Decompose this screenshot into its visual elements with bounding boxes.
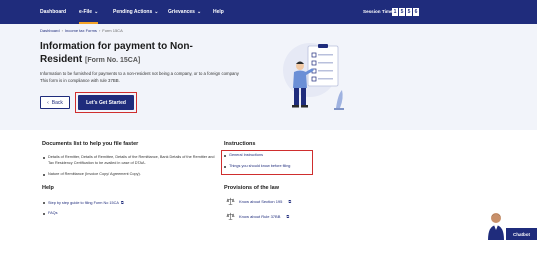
- timer-digit: 5: [406, 8, 412, 16]
- nav-label: Help: [213, 9, 224, 15]
- instructions-heading: Instructions: [224, 141, 256, 147]
- breadcrumb-income-tax-forms[interactable]: Income tax Forms: [65, 28, 97, 33]
- nav-label: Pending Actions: [113, 9, 153, 15]
- timer-digit: 1: [392, 8, 398, 16]
- chevron-left-icon: ‹: [47, 99, 49, 106]
- nav-dashboard[interactable]: Dashboard: [40, 0, 66, 24]
- help-link-label: FAQs: [48, 211, 58, 215]
- breadcrumb: Dashboard › Income tax Forms › Form 15CA: [40, 28, 123, 33]
- instructions-link-label: Things you should know before filing: [229, 164, 291, 168]
- law-link-rule-37bb[interactable]: Know about Rule 37BB ⧉: [226, 212, 289, 221]
- form-number-tag: [Form No. 15CA]: [85, 57, 141, 64]
- nav-help[interactable]: Help: [213, 0, 224, 24]
- person-checklist-illustration: [283, 43, 344, 110]
- documents-heading: Documents list to help you file faster: [42, 141, 139, 147]
- instructions-link-things-to-know[interactable]: Things you should know before filing: [223, 164, 291, 170]
- external-link-icon: ⧉: [120, 200, 124, 205]
- timer-digit: 5: [399, 8, 405, 16]
- back-button-label: Back: [51, 99, 63, 106]
- nav-label: e-File: [79, 9, 93, 15]
- top-navbar: Dashboard e-File ⌄ Pending Actions ⌄ Griev…: [0, 0, 537, 24]
- nav-label: Grievances: [168, 9, 195, 15]
- law-link-label: Know about Rule 37BB: [239, 214, 281, 219]
- chevron-down-icon: ⌄: [196, 9, 202, 15]
- scales-icon: [226, 197, 235, 205]
- back-button[interactable]: ‹ Back: [40, 96, 70, 109]
- nav-label: Dashboard: [40, 9, 67, 15]
- chevron-down-icon: ⌄: [154, 9, 159, 15]
- law-link-section-195[interactable]: Know about Section 195 ⧉: [226, 197, 291, 206]
- law-heading: Provisions of the law: [224, 185, 280, 191]
- instructions-link-general[interactable]: General Instructions: [224, 153, 263, 159]
- documents-item: Details of Remitter, Details of Remittee…: [43, 155, 218, 167]
- breadcrumb-dashboard[interactable]: Dashboard: [40, 28, 60, 33]
- instructions-link-label: General Instructions: [229, 153, 263, 157]
- page-title: Information for payment to Non-Resident …: [40, 40, 220, 67]
- chatbot-avatar[interactable]: [486, 210, 506, 240]
- get-started-label: Let's Get Started: [86, 99, 126, 106]
- help-link-faqs[interactable]: FAQs: [43, 211, 58, 217]
- documents-item: Nature of Remittance (Invoice Copy/ Agre…: [43, 172, 218, 178]
- timer-digit: 6: [413, 8, 419, 16]
- chevron-down-icon: ⌄: [94, 9, 99, 15]
- external-link-icon: ⧉: [288, 199, 292, 204]
- law-link-label: Know about Section 195: [239, 199, 283, 204]
- get-started-button[interactable]: Let's Get Started: [78, 95, 134, 110]
- scales-icon: [226, 212, 235, 220]
- chatbot-label: Chatbot: [513, 231, 530, 237]
- nav-efile[interactable]: e-File ⌄: [79, 0, 99, 24]
- nav-pending-actions[interactable]: Pending Actions ⌄: [113, 0, 158, 24]
- nav-grievances[interactable]: Grievances ⌄: [168, 0, 201, 24]
- session-time-label: Session Time: [363, 9, 393, 14]
- external-link-icon: ⧉: [286, 214, 290, 219]
- help-heading: Help: [42, 185, 54, 191]
- session-timer: 1 5 5 6: [392, 8, 419, 16]
- breadcrumb-current: Form 15CA: [102, 28, 123, 33]
- page-description: Information to be furnished for payments…: [40, 71, 239, 83]
- chatbot-button[interactable]: Chatbot: [506, 228, 537, 240]
- help-link-label: Step by step guide to filing Form No 15C…: [48, 201, 119, 205]
- help-link-guide[interactable]: Step by step guide to filing Form No 15C…: [43, 200, 124, 207]
